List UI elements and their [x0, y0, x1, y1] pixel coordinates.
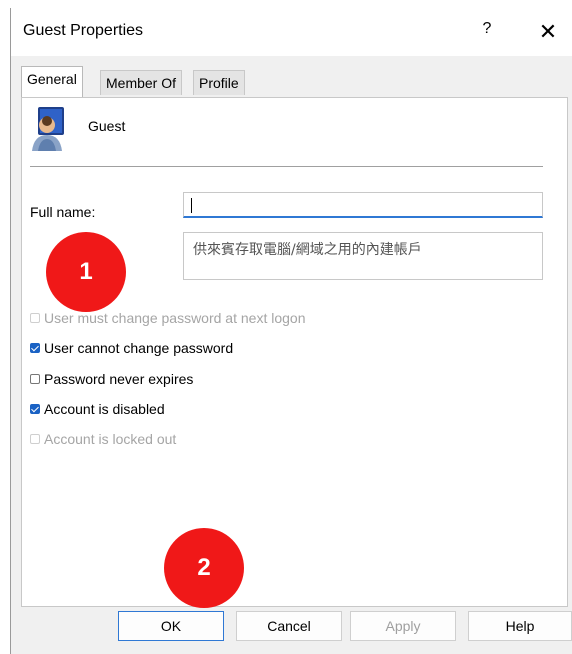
- apply-button[interactable]: Apply: [350, 611, 456, 641]
- checkbox-box[interactable]: [30, 374, 40, 384]
- user-account-icon: [32, 107, 64, 151]
- checkbox-label: User cannot change password: [44, 340, 234, 356]
- checkbox-label: Account is disabled: [44, 401, 165, 417]
- checkbox-account-locked-out[interactable]: Account is locked out: [30, 430, 176, 448]
- checkbox-box[interactable]: [30, 313, 40, 323]
- step-badge-1: 1: [46, 232, 126, 312]
- title-bar: Guest Properties ? ✕: [11, 8, 572, 56]
- close-button[interactable]: ✕: [533, 18, 563, 46]
- tab-general[interactable]: General: [21, 66, 83, 97]
- checkbox-box[interactable]: [30, 434, 40, 444]
- checkbox-box[interactable]: [30, 404, 40, 414]
- checkbox-must-change-password[interactable]: User must change password at next logon: [30, 309, 305, 327]
- checkbox-label: User must change password at next logon: [44, 310, 306, 326]
- properties-dialog: Guest Properties ? ✕ General Member Of P…: [10, 8, 572, 654]
- checkbox-box[interactable]: [30, 343, 40, 353]
- ok-button[interactable]: OK: [118, 611, 224, 641]
- checkbox-password-never-expires[interactable]: Password never expires: [30, 370, 193, 388]
- checkbox-account-disabled[interactable]: Account is disabled: [30, 400, 165, 418]
- description-input[interactable]: 供來賓存取電腦/網域之用的內建帳戶: [183, 232, 543, 280]
- user-name: Guest: [88, 118, 126, 134]
- checkbox-cannot-change-password[interactable]: User cannot change password: [30, 339, 233, 357]
- full-name-label: Full name:: [30, 204, 96, 220]
- divider: [30, 166, 543, 167]
- dialog-title: Guest Properties: [23, 22, 144, 39]
- text-caret: [191, 198, 192, 213]
- checkbox-label: Password never expires: [44, 371, 194, 387]
- checkbox-label: Account is locked out: [44, 431, 177, 447]
- cancel-button[interactable]: Cancel: [236, 611, 342, 641]
- tab-profile[interactable]: Profile: [193, 70, 245, 95]
- step-badge-2: 2: [164, 528, 244, 608]
- tab-member-of[interactable]: Member Of: [100, 70, 183, 95]
- help-button[interactable]: Help: [468, 611, 572, 641]
- full-name-input[interactable]: [183, 192, 543, 218]
- help-title-button[interactable]: ?: [473, 20, 501, 44]
